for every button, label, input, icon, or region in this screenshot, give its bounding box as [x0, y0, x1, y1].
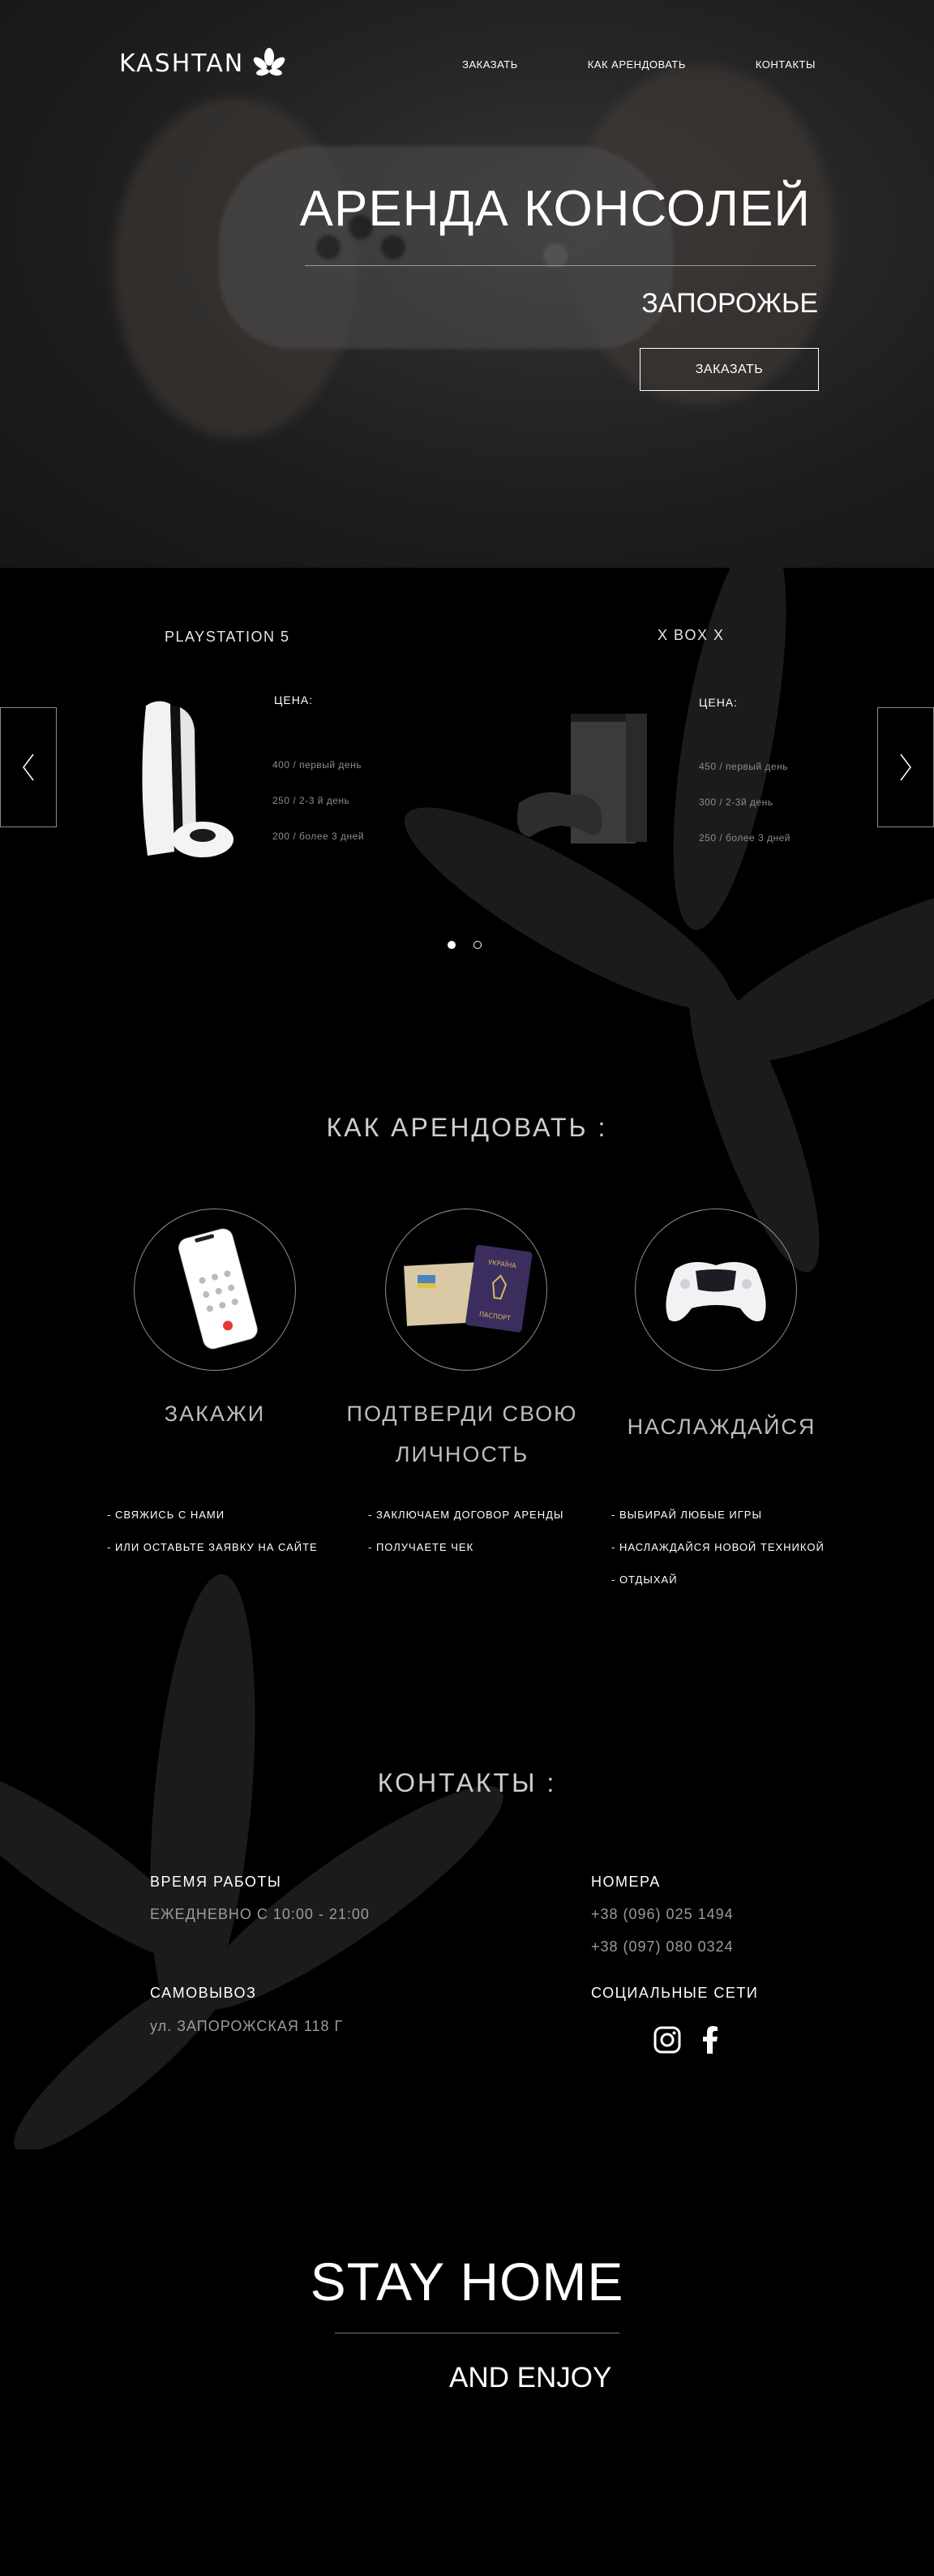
- step-enjoy-item-3: - ОТДЫХАЙ: [611, 1574, 678, 1586]
- nav-order[interactable]: ЗАКАЗАТЬ: [462, 58, 518, 71]
- phone-icon: [178, 1228, 258, 1350]
- phone-2[interactable]: +38 (097) 080 0324: [591, 1938, 734, 1956]
- step-enjoy-item-1: - ВЫБИРАЙ ЛЮБЫЕ ИГРЫ: [611, 1509, 762, 1521]
- hero-city: ЗАПОРОЖЬЕ: [641, 288, 818, 319]
- step-order-circle: [134, 1209, 296, 1371]
- hero-order-button[interactable]: ЗАКАЗАТЬ: [640, 348, 819, 391]
- carousel-dots: [448, 941, 482, 949]
- hero-divider: [305, 265, 816, 266]
- social-label: СОЦИАЛЬНЫЕ СЕТИ: [591, 1985, 759, 2001]
- hours-label: ВРЕМЯ РАБОТЫ: [150, 1874, 282, 1890]
- contacts-title: КОНТАКТЫ :: [377, 1768, 557, 1797]
- hero-title: АРЕНДА КОНСОЛЕЙ: [299, 181, 811, 237]
- step-enjoy-title: НАСЛАЖДАЙСЯ: [627, 1415, 816, 1439]
- top-nav: ЗАКАЗАТЬ КАК АРЕНДОВАТЬ КОНТАКТЫ: [462, 58, 816, 71]
- nav-how-to-rent[interactable]: КАК АРЕНДОВАТЬ: [588, 58, 686, 71]
- carousel-next-button[interactable]: [877, 707, 934, 827]
- step-enjoy-circle: [635, 1209, 797, 1371]
- xbox-price-1: 450 / первый день: [699, 761, 788, 772]
- pickup-label: САМОВЫВОЗ: [150, 1985, 257, 2001]
- step-verify-circle: УКРАЇНА ПАСПОРТ: [385, 1209, 547, 1371]
- hero-section: KASHTAN ЗАКАЗАТЬ КАК АРЕНДОВАТЬ КОНТАКТЫ…: [0, 0, 934, 568]
- step-verify-item-2: - ПОЛУЧАЕТЕ ЧЕК: [368, 1541, 474, 1553]
- instagram-icon[interactable]: [653, 2026, 681, 2054]
- step-enjoy-item-2: - НАСЛАЖДАЙСЯ НОВОЙ ТЕХНИКОЙ: [611, 1541, 825, 1553]
- footer-headline: STAY HOME: [310, 2252, 624, 2312]
- xbox-console-image: [516, 714, 647, 844]
- ps5-price-1: 400 / первый день: [272, 759, 362, 771]
- chevron-right-icon: [900, 753, 911, 781]
- step-order-title: ЗАКАЖИ: [164, 1402, 266, 1426]
- step-order-item-2: - ИЛИ ОСТАВЬТЕ ЗАЯВКУ НА САЙТЕ: [107, 1541, 318, 1553]
- phone-1[interactable]: +38 (096) 025 1494: [591, 1906, 734, 1923]
- products-carousel: PLAYSTATION 5 ЦЕНА: 400 / первый день 25…: [0, 568, 934, 990]
- xbox-price-3: 250 / более 3 дней: [699, 832, 791, 844]
- ps5-price-2: 250 / 2-3 й день: [272, 795, 350, 806]
- step-order-item-1: - СВЯЖИСЬ С НАМИ: [107, 1509, 225, 1521]
- how-to-rent-title: КАК АРЕНДОВАТЬ :: [326, 1113, 608, 1142]
- carousel-dot-2[interactable]: [473, 941, 482, 949]
- facebook-icon[interactable]: [702, 2026, 718, 2054]
- ps5-price-3: 200 / более 3 дней: [272, 831, 365, 842]
- logo[interactable]: KASHTAN: [119, 47, 286, 79]
- step-verify-title-line1: ПОДТВЕРДИ СВОЮ: [346, 1402, 578, 1426]
- xbox-price-2: 300 / 2-3й день: [699, 796, 773, 808]
- chevron-left-icon: [23, 753, 34, 781]
- carousel-prev-button[interactable]: [0, 707, 57, 827]
- xbox-price-label: ЦЕНА:: [699, 696, 739, 709]
- product-name-ps5: PLAYSTATION 5: [165, 629, 290, 645]
- product-name-xbox: X BOX X: [658, 627, 725, 643]
- footer-subline: AND ENJOY: [449, 2362, 612, 2394]
- step-verify-title-line2: ЛИЧНОСТЬ: [395, 1442, 529, 1466]
- ps5-price-label: ЦЕНА:: [274, 693, 314, 706]
- step-verify-item-1: - ЗАКЛЮЧАЕМ ДОГОВОР АРЕНДЫ: [368, 1509, 564, 1521]
- carousel-dot-1[interactable]: [448, 941, 456, 949]
- passport-icon: УКРАЇНА ПАСПОРТ: [404, 1244, 533, 1333]
- chestnut-leaf-icon: [253, 48, 285, 76]
- phones-label: НОМЕРА: [591, 1874, 661, 1890]
- hours-value: ЕЖЕДНЕВНО С 10:00 - 21:00: [150, 1906, 370, 1922]
- nav-contacts[interactable]: КОНТАКТЫ: [756, 58, 816, 71]
- ps5-console-image: [142, 701, 234, 857]
- pickup-address: ул. ЗАПОРОЖСКАЯ 118 Г: [150, 2018, 344, 2034]
- gamepad-icon: [666, 1262, 766, 1322]
- logo-text: KASHTAN: [119, 49, 245, 78]
- social-links: [653, 2026, 718, 2054]
